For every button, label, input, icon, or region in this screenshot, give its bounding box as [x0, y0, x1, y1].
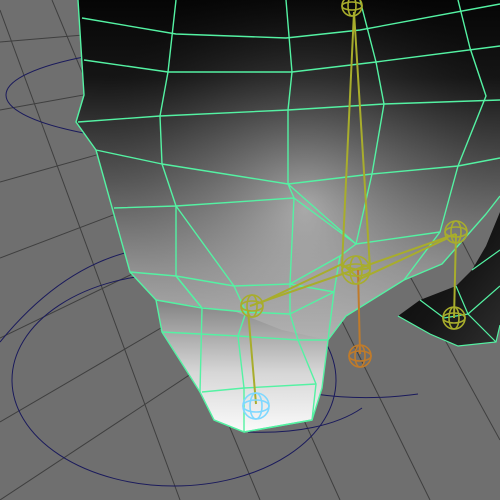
viewport-canvas[interactable]: [0, 0, 500, 500]
3d-viewport[interactable]: [0, 0, 500, 500]
